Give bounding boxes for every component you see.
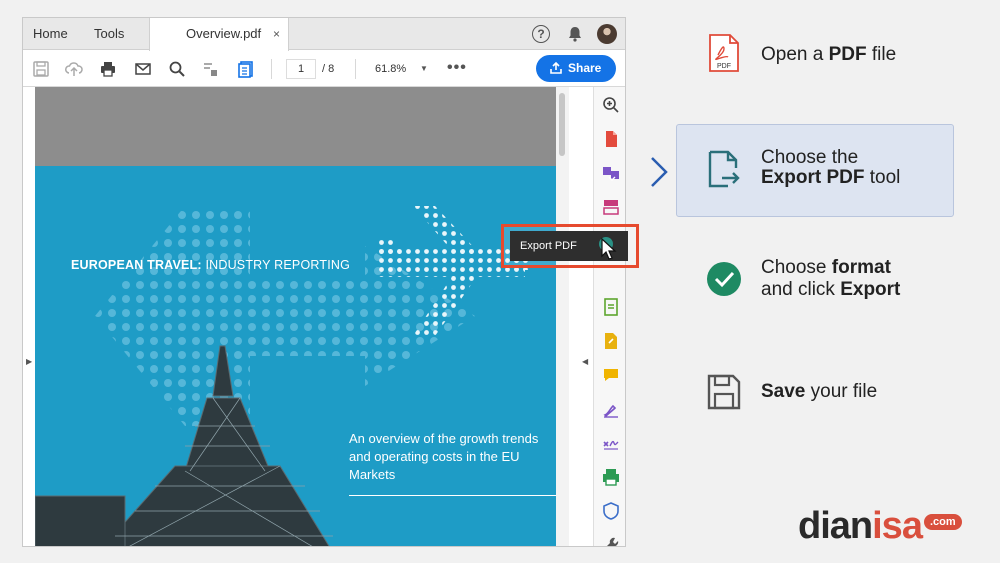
save-disk-icon [707,374,741,410]
previous-page-area [35,87,567,166]
search-icon[interactable] [167,59,187,79]
toolbar-divider [271,59,272,79]
right-panel-toggle[interactable]: ◀ [582,357,588,366]
tab-home[interactable]: Home [33,18,68,50]
toolbar: 1 / 8 61.8% ▼ ••• Share [23,51,625,87]
step-4-post: your file [805,381,878,402]
step-2-line-2: Export PDF tool [761,167,900,189]
email-icon[interactable] [133,59,153,79]
step-2-bold: Export PDF [761,167,865,188]
step-3-line2-pre: and click [761,279,841,300]
acrobat-window: Home Tools Overview.pdf × ? 1 / 8 61.8% … [22,17,626,547]
subtitle-rule [349,495,566,496]
pdf-page: EUROPEAN TRAVEL: INDUSTRY REPORTING An o… [35,166,567,546]
organize-pages-icon[interactable] [601,197,621,217]
left-panel-toggle[interactable]: ▶ [26,357,32,366]
print-icon[interactable] [98,59,118,79]
hand-select-icon[interactable] [201,59,221,79]
pdf-file-icon: PDF [709,34,739,72]
chevron-down-icon[interactable]: ▼ [420,59,428,79]
help-icon[interactable]: ? [532,25,550,43]
step-4-bold: Save [761,381,806,402]
combine-files-icon[interactable] [601,163,621,183]
wrench-icon[interactable] [601,535,621,546]
bell-icon[interactable] [565,24,585,44]
more-options-icon[interactable]: ••• [447,59,467,77]
edit-pdf-icon[interactable] [601,297,621,317]
request-signature-icon[interactable] [601,433,621,453]
scrollbar-thumb[interactable] [559,93,565,156]
step-1-post: file [866,44,897,65]
fill-sign-file-icon[interactable] [601,331,621,351]
headline-bold: EUROPEAN TRAVEL: [71,258,202,272]
fill-sign-pen-icon[interactable] [601,399,621,419]
cover-subtitle: An overview of the growth trends and ope… [349,431,539,482]
step-export-pdf: Choose the Export PDF tool [676,124,954,217]
step-3-line2-bold: Export [840,279,901,300]
dianisa-logo: dianisa .com [798,505,962,548]
logo-suffix: .com [923,513,962,530]
page-total: / 8 [322,63,335,75]
print-production-icon[interactable] [601,467,621,487]
step-2-line-1: Choose the [761,147,859,168]
protect-shield-icon[interactable] [601,501,621,521]
tools-pane [593,87,625,546]
step-save-file: Save your file [676,370,954,414]
checkmark-circle-icon [707,262,741,296]
tab-document[interactable]: Overview.pdf [149,18,289,51]
create-pdf-icon[interactable] [601,129,621,149]
step-1-pre: Open a [761,44,829,65]
export-pdf-icon [708,150,740,188]
pdf-badge: PDF [717,63,731,70]
share-label: Share [568,61,602,75]
tab-bar: Home Tools Overview.pdf × ? [23,18,625,51]
step-open-pdf: PDF Open a PDF file [676,33,954,78]
toolbar-divider [355,59,356,79]
share-icon [550,61,562,74]
comment-icon[interactable] [601,365,621,385]
export-pdf-highlight: Export PDF [501,224,639,268]
upload-cloud-icon[interactable] [64,59,84,79]
step-3-bold: format [831,257,891,278]
step-3-pre: Choose [761,257,832,278]
step-choose-format: Choose format and click Export [676,255,954,305]
cover-headline: EUROPEAN TRAVEL: INDUSTRY REPORTING [71,258,350,272]
vertical-scrollbar[interactable] [556,87,569,546]
tab-tools[interactable]: Tools [94,18,124,50]
step-4-text: Save your file [761,381,877,403]
zoom-in-icon[interactable] [601,95,621,115]
step-3-line-2: and click Export [761,279,900,301]
close-tab-icon[interactable]: × [273,18,280,50]
document-viewport: EUROPEAN TRAVEL: INDUSTRY REPORTING An o… [35,87,567,546]
logo-part-1: dian [798,505,873,547]
share-button[interactable]: Share [536,55,616,82]
step-2-post: tool [864,167,901,188]
chevron-right-icon [651,157,668,187]
mouse-cursor-icon [599,237,617,260]
step-1-bold: PDF [828,44,867,65]
save-icon[interactable] [31,59,51,79]
headline-rest: INDUSTRY REPORTING [201,258,351,272]
cover-artwork [35,206,529,546]
avatar[interactable] [597,24,617,44]
logo-part-2: isa [872,505,923,547]
step-1-text: Open a PDF file [761,44,896,66]
page-view-icon[interactable] [236,59,256,79]
page-number-input[interactable]: 1 [286,59,316,79]
step-3-line-1: Choose format [761,257,891,279]
